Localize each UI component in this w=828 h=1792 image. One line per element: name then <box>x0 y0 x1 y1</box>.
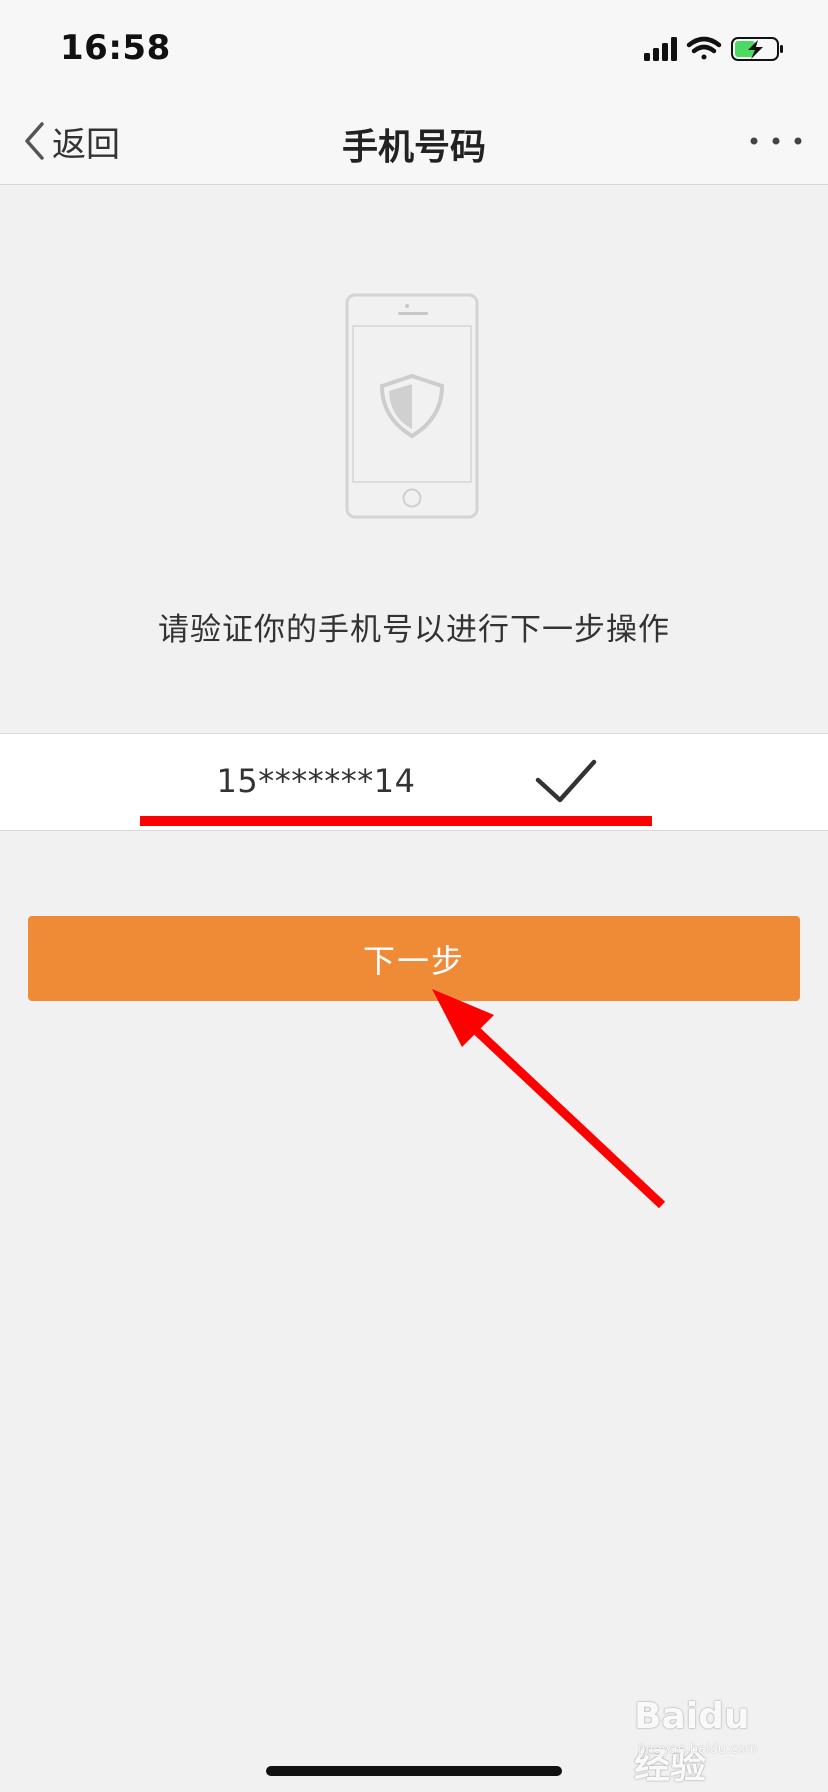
status-time: 16:58 <box>60 28 171 68</box>
home-indicator[interactable] <box>266 1766 562 1776</box>
chevron-left-icon <box>25 122 44 160</box>
more-dots-icon[interactable] <box>746 124 806 158</box>
phone-shield-icon <box>345 293 479 519</box>
annotation-arrow <box>432 989 666 1209</box>
annotation-underline <box>140 816 652 826</box>
watermark-url: jingyan.baidu.com <box>638 1742 758 1757</box>
checkmark-icon <box>535 759 597 803</box>
baidu-jingyan-watermark: Baidu经验 jingyan.baidu.com <box>634 1696 784 1787</box>
back-label: 返回 <box>52 124 120 165</box>
nav-bar: 返回 手机号码 <box>0 98 828 185</box>
signal-icon <box>644 37 677 61</box>
page-title: 手机号码 <box>341 127 486 168</box>
verification-prompt: 请验证你的手机号以进行下一步操作 <box>158 612 670 648</box>
back-button[interactable]: 返回 <box>22 118 120 165</box>
wifi-icon <box>686 36 722 60</box>
status-bar: 16:58 <box>0 0 828 98</box>
status-icons <box>644 36 783 61</box>
battery-charging-icon <box>731 37 783 61</box>
next-step-button[interactable]: 下一步 <box>28 916 800 1001</box>
